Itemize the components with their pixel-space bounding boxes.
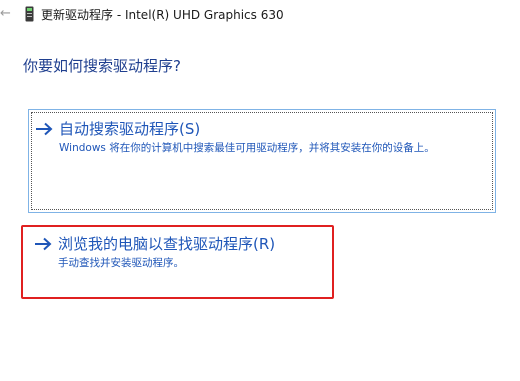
page-heading: 你要如何搜索驱动程序?	[23, 57, 181, 75]
title-bar: ← 更新驱动程序 - Intel(R) UHD Graphics 630	[0, 0, 520, 30]
graphics-device-icon	[25, 6, 34, 22]
browse-computer-driver-option[interactable]: 浏览我的电脑以查找驱动程序(R) 手动查找并安装驱动程序。	[28, 228, 496, 298]
window-title: 更新驱动程序 - Intel(R) UHD Graphics 630	[41, 8, 284, 22]
back-arrow-icon[interactable]: ←	[0, 6, 11, 22]
browse-computer-description: 手动查找并安装驱动程序。	[58, 257, 184, 269]
arrow-right-icon	[36, 122, 53, 136]
update-driver-dialog: ← 更新驱动程序 - Intel(R) UHD Graphics 630 你要如…	[0, 0, 520, 381]
auto-search-driver-option[interactable]: 自动搜索驱动程序(S) Windows 将在你的计算机中搜索最佳可用驱动程序，并…	[28, 109, 496, 213]
arrow-right-icon	[35, 237, 52, 251]
auto-search-description: Windows 将在你的计算机中搜索最佳可用驱动程序，并将其安装在你的设备上。	[59, 142, 435, 154]
browse-computer-title: 浏览我的电脑以查找驱动程序(R)	[58, 235, 276, 253]
auto-search-title: 自动搜索驱动程序(S)	[59, 120, 201, 138]
